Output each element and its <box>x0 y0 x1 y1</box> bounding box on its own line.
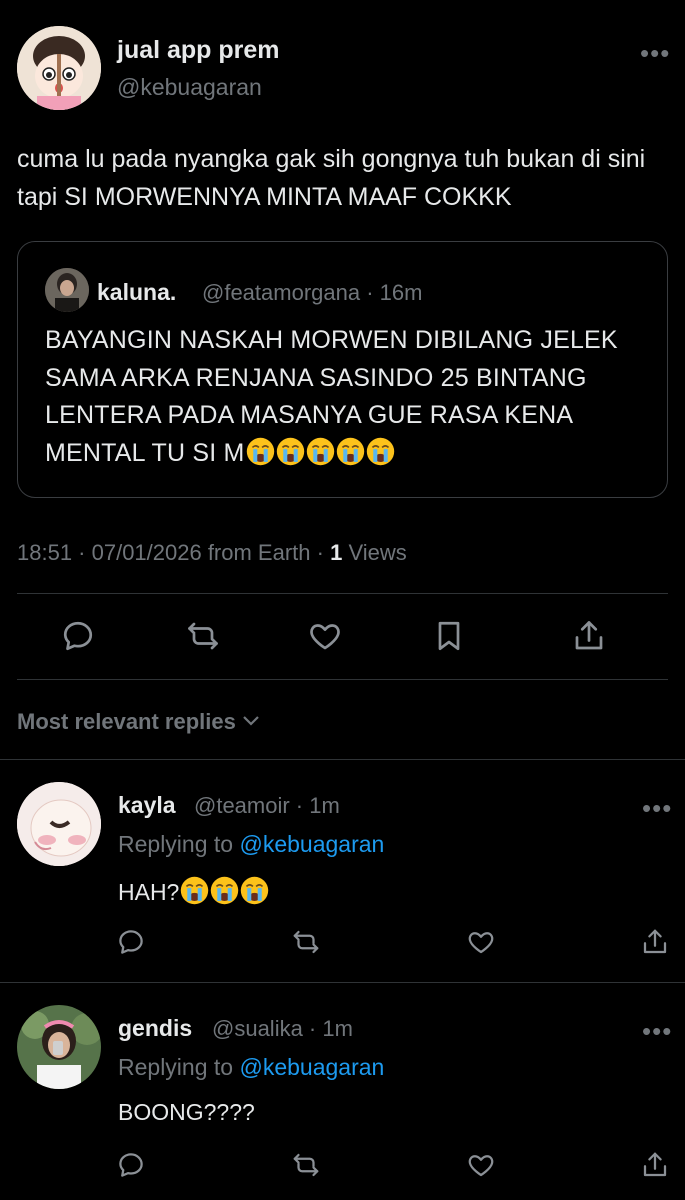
quoted-author-name: kaluna. <box>97 279 177 305</box>
sort-replies-dropdown[interactable]: Most relevant replies <box>17 707 260 735</box>
avatar[interactable] <box>17 26 101 110</box>
author-name[interactable]: jual app prem <box>117 36 280 65</box>
mention-link[interactable]: @kebuagaran <box>239 1054 384 1080</box>
more-options-icon[interactable]: ••• <box>640 40 670 66</box>
crying-emoji-row <box>179 876 269 905</box>
chevron-down-icon <box>242 707 260 733</box>
like-icon[interactable] <box>466 927 496 957</box>
replying-to: Replying to @kebuagaran <box>118 1054 385 1080</box>
reply-icon[interactable] <box>116 927 146 957</box>
share-icon[interactable] <box>640 927 670 957</box>
reply-author-handle-time[interactable]: @teamoir · 1m <box>194 793 340 819</box>
crying-face-emoji-icon <box>276 437 305 466</box>
share-icon[interactable] <box>571 618 607 654</box>
divider <box>17 593 668 594</box>
reply-icon[interactable] <box>60 618 96 654</box>
retweet-icon[interactable] <box>291 927 321 957</box>
more-options-icon[interactable]: ••• <box>642 795 672 821</box>
reply-icon[interactable] <box>116 1150 146 1180</box>
tweet-meta: 18:51 · 07/01/2026 from Earth · 1 Views <box>17 540 407 565</box>
share-icon[interactable] <box>640 1150 670 1180</box>
divider <box>17 679 668 680</box>
reply-text: BOONG???? <box>118 1099 255 1125</box>
mention-link[interactable]: @kebuagaran <box>239 831 384 857</box>
reply-text: HAH? <box>118 876 269 906</box>
like-icon[interactable] <box>307 618 343 654</box>
reply-author-name[interactable]: kayla <box>118 792 176 819</box>
replying-to: Replying to @kebuagaran <box>118 831 385 857</box>
retweet-icon[interactable] <box>291 1150 321 1180</box>
reply-author-handle-time[interactable]: @sualika · 1m <box>212 1016 353 1042</box>
views-count: 1 <box>330 540 343 565</box>
bookmark-icon[interactable] <box>431 618 467 654</box>
divider <box>0 759 685 760</box>
crying-face-emoji-icon <box>210 876 239 905</box>
quoted-author-handle-time: @featamorgana · 16m <box>202 280 423 305</box>
divider <box>0 982 685 983</box>
author-handle[interactable]: @kebuagaran <box>117 74 262 101</box>
more-options-icon[interactable]: ••• <box>642 1018 672 1044</box>
retweet-icon[interactable] <box>185 618 221 654</box>
reply-author-name[interactable]: gendis <box>118 1015 192 1042</box>
quoted-avatar <box>45 268 89 312</box>
crying-face-emoji-icon <box>240 876 269 905</box>
crying-face-emoji-icon <box>306 437 335 466</box>
crying-face-emoji-icon <box>366 437 395 466</box>
like-icon[interactable] <box>466 1150 496 1180</box>
reply-avatar[interactable] <box>17 1005 101 1089</box>
reply-avatar[interactable] <box>17 782 101 866</box>
crying-emoji-row <box>245 437 395 467</box>
crying-face-emoji-icon <box>336 437 365 466</box>
quoted-tweet-text: BAYANGIN NASKAH MORWEN DIBILANG JELEK SA… <box>45 326 618 467</box>
tweet-text: cuma lu pada nyangka gak sih gongnya tuh… <box>17 145 646 211</box>
crying-face-emoji-icon <box>180 876 209 905</box>
crying-face-emoji-icon <box>246 437 275 466</box>
